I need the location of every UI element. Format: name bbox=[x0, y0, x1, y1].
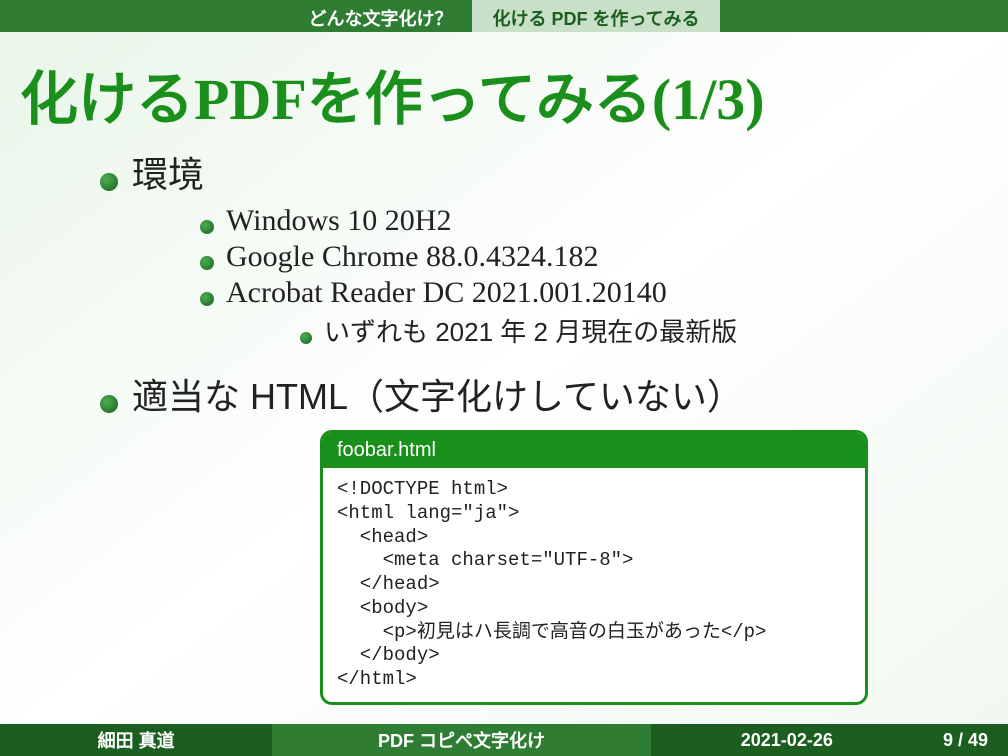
list-item: Windows 10 20H2 bbox=[200, 204, 968, 238]
page-separator: / bbox=[953, 730, 968, 751]
breadcrumb-spacer bbox=[0, 0, 288, 32]
bullet-icon bbox=[100, 395, 118, 413]
list-item-text: 環境 bbox=[132, 146, 204, 198]
list-item: いずれも 2021 年 2 月現在の最新版 bbox=[300, 312, 968, 349]
code-block: foobar.html <!DOCTYPE html> <html lang="… bbox=[320, 430, 868, 705]
list-item-text: Acrobat Reader DC 2021.001.20140 bbox=[226, 276, 667, 310]
list-item: Google Chrome 88.0.4324.182 bbox=[200, 240, 968, 274]
bullet-icon bbox=[200, 256, 214, 270]
list-item-text: 適当な HTML（文字化けしていない） bbox=[132, 368, 743, 420]
bullet-icon bbox=[100, 173, 118, 191]
list-item-text: Windows 10 20H2 bbox=[226, 204, 451, 238]
footer-bar: 細田 真道 PDF コピペ文字化け 2021-02-26 9 / 49 bbox=[0, 724, 1008, 756]
list-item-text: いずれも 2021 年 2 月現在の最新版 bbox=[324, 312, 737, 349]
breadcrumb-section[interactable]: どんな文字化け？ bbox=[288, 0, 472, 32]
footer-page-number: 9 / 49 bbox=[923, 724, 1008, 756]
code-content: <!DOCTYPE html> <html lang="ja"> <head> … bbox=[323, 468, 865, 702]
code-filename: foobar.html bbox=[323, 433, 865, 468]
page-total: 49 bbox=[968, 730, 988, 751]
bullet-icon bbox=[300, 332, 312, 344]
bullet-icon bbox=[200, 292, 214, 306]
page-current: 9 bbox=[943, 730, 953, 751]
list-item: Acrobat Reader DC 2021.001.20140 bbox=[200, 276, 968, 310]
bullet-icon bbox=[200, 220, 214, 234]
slide-content: 環境 Windows 10 20H2 Google Chrome 88.0.43… bbox=[0, 146, 1008, 705]
list-item: 適当な HTML（文字化けしていない） bbox=[100, 368, 968, 420]
footer-presentation-title: PDF コピペ文字化け bbox=[272, 724, 650, 756]
breadcrumb-bar: どんな文字化け？ 化ける PDF を作ってみる bbox=[0, 0, 1008, 32]
breadcrumb-subsection[interactable]: 化ける PDF を作ってみる bbox=[472, 0, 719, 32]
list-item-text: Google Chrome 88.0.4324.182 bbox=[226, 240, 598, 274]
page-title: 化けるPDFを作ってみる(1/3) bbox=[0, 32, 1008, 146]
list-item: 環境 bbox=[100, 146, 968, 198]
footer-author: 細田 真道 bbox=[0, 724, 272, 756]
footer-date: 2021-02-26 bbox=[651, 724, 923, 756]
breadcrumb-spacer-right bbox=[720, 0, 1008, 32]
